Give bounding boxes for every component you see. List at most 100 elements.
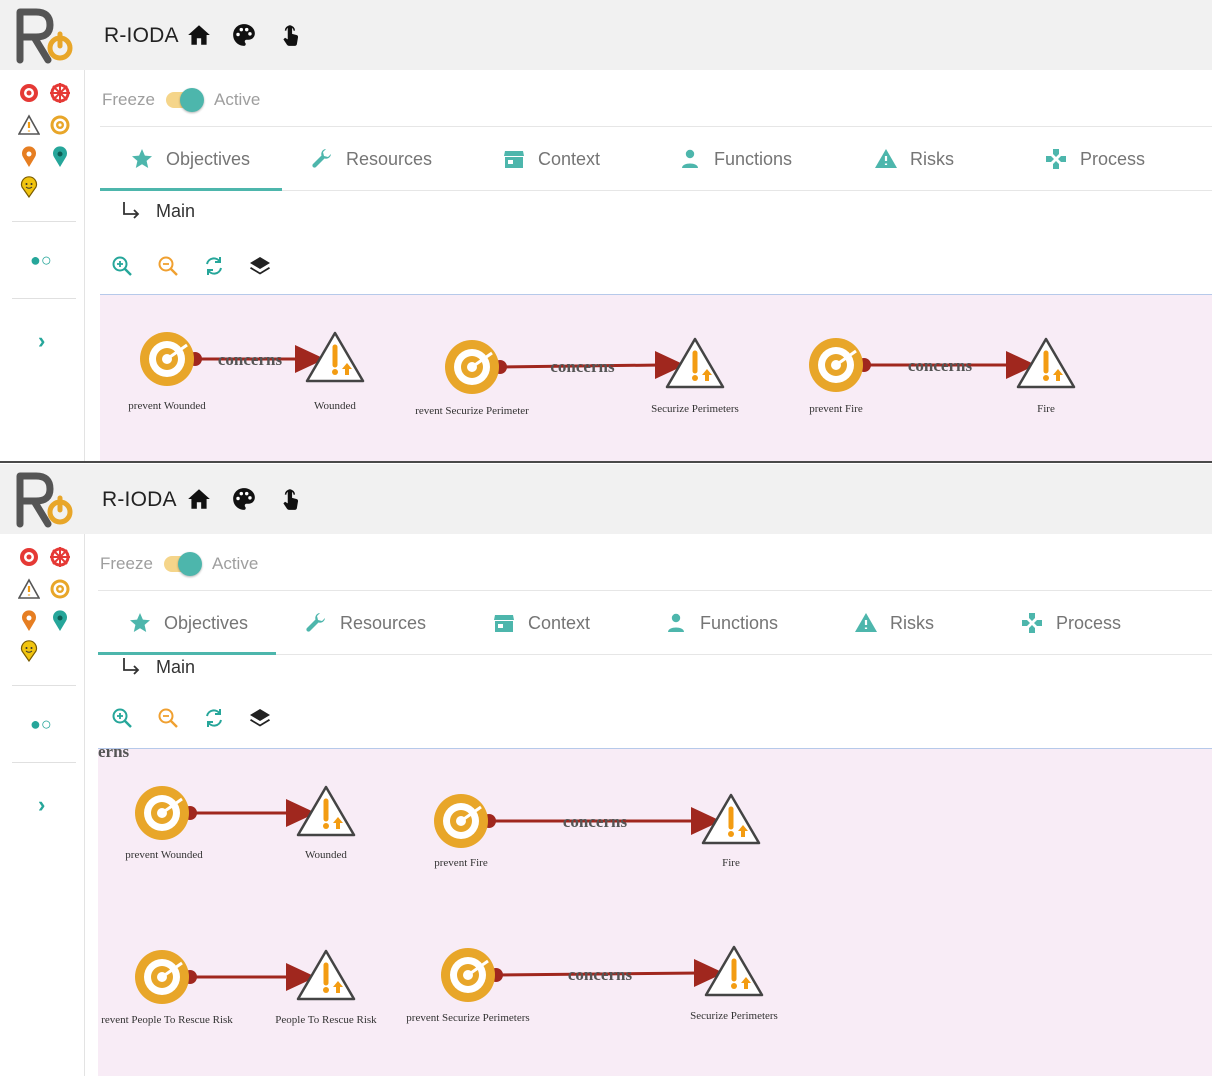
node-label: revent People To Rescue Risk bbox=[101, 1014, 233, 1026]
graph-canvas[interactable]: concerns prevent Wounded Wounded concerns re… bbox=[100, 294, 1212, 462]
edge-label: concerns bbox=[218, 350, 283, 369]
objective-node-icon[interactable] bbox=[441, 948, 495, 1002]
node-toggle-icon[interactable]: ●○ bbox=[30, 714, 52, 735]
tab-label: Context bbox=[528, 612, 591, 633]
tab-risks[interactable]: Risks bbox=[874, 128, 954, 190]
switch-knob[interactable] bbox=[180, 88, 204, 112]
tab-context[interactable]: Context bbox=[502, 128, 600, 190]
tab-label: Risks bbox=[910, 148, 954, 169]
breadcrumb[interactable]: Main bbox=[120, 656, 195, 678]
zoom-out-icon[interactable] bbox=[156, 254, 180, 278]
home-icon[interactable] bbox=[186, 22, 212, 48]
sidebar-separator bbox=[12, 221, 76, 222]
tab-process[interactable]: Process bbox=[1020, 592, 1121, 654]
app-screenshot-bottom: R-IODA ●○ › Freeze Active Objectives Reso… bbox=[0, 464, 1212, 1076]
warning-icon bbox=[855, 613, 877, 632]
concerns-edge[interactable] bbox=[183, 963, 316, 991]
palette-icon[interactable] bbox=[231, 22, 257, 48]
objective-node-icon[interactable] bbox=[809, 338, 863, 392]
objective-node-icon[interactable] bbox=[135, 786, 189, 840]
tab-objectives[interactable]: Objectives bbox=[130, 128, 250, 190]
zoom-in-icon[interactable] bbox=[110, 706, 134, 730]
node-label: prevent Wounded bbox=[125, 849, 203, 861]
node-label: prevent Securize Perimeters bbox=[406, 1012, 529, 1024]
freeze-toggle-row: Freeze Active bbox=[98, 534, 1212, 591]
node-label: Wounded bbox=[305, 849, 347, 861]
node-label: People To Rescue Risk bbox=[275, 1014, 377, 1026]
layers-icon[interactable] bbox=[248, 706, 272, 730]
objective-node-icon[interactable] bbox=[140, 332, 194, 386]
tab-label: Risks bbox=[890, 612, 934, 633]
app-title: R-IODA bbox=[104, 24, 179, 47]
graph-canvas[interactable]: prevent Wounded Wounded concerns prevent Fi… bbox=[98, 748, 1212, 1076]
refresh-icon[interactable] bbox=[202, 254, 226, 278]
person-icon bbox=[668, 613, 684, 632]
active-tab-indicator bbox=[98, 652, 276, 655]
concerns-edge[interactable] bbox=[183, 799, 316, 827]
gamepad-icon bbox=[1022, 613, 1042, 633]
tab-bar: Objectives Resources Context Functions Risks… bbox=[98, 592, 1212, 655]
tab-functions[interactable]: Functions bbox=[664, 592, 778, 654]
node-label: prevent Fire bbox=[434, 857, 488, 869]
touch-icon[interactable] bbox=[278, 486, 304, 512]
layers-icon[interactable] bbox=[248, 254, 272, 278]
edge-label: concerns bbox=[568, 965, 633, 984]
tab-label: Resources bbox=[346, 148, 433, 169]
tab-resources[interactable]: Resources bbox=[310, 128, 432, 190]
breadcrumb[interactable]: Main bbox=[120, 200, 195, 222]
home-icon[interactable] bbox=[186, 486, 212, 512]
target-red-icon[interactable] bbox=[18, 546, 40, 568]
warning-icon[interactable] bbox=[18, 114, 40, 136]
tab-process[interactable]: Process bbox=[1044, 128, 1145, 190]
switch-knob[interactable] bbox=[178, 552, 202, 576]
objective-node-icon[interactable] bbox=[434, 794, 488, 848]
node-label: prevent Fire bbox=[809, 403, 863, 415]
tab-context[interactable]: Context bbox=[492, 592, 590, 654]
chevron-right-icon[interactable]: › bbox=[38, 328, 45, 354]
zoom-out-icon[interactable] bbox=[156, 706, 180, 730]
active-label: Active bbox=[214, 90, 261, 109]
tab-label: Functions bbox=[700, 612, 779, 633]
warning-icon[interactable] bbox=[18, 578, 40, 600]
tab-label: Process bbox=[1080, 148, 1146, 169]
pin-teal-icon[interactable] bbox=[49, 610, 71, 632]
sidebar-separator bbox=[12, 762, 76, 763]
objective-node-icon[interactable] bbox=[445, 340, 499, 394]
active-label: Active bbox=[212, 554, 259, 573]
tab-resources[interactable]: Resources bbox=[304, 592, 426, 654]
edge-label: concerns bbox=[563, 812, 628, 831]
objective-target-icon[interactable] bbox=[49, 114, 71, 136]
pin-orange-icon[interactable] bbox=[18, 146, 40, 168]
diagram-svg: concerns prevent Wounded Wounded concerns re… bbox=[128, 331, 1076, 417]
tab-risks[interactable]: Risks bbox=[854, 592, 934, 654]
edge-label: concerns bbox=[550, 357, 615, 376]
palette-icon[interactable] bbox=[231, 486, 257, 512]
freeze-label: Freeze bbox=[100, 554, 153, 573]
app-header: R-IODA bbox=[0, 0, 1212, 70]
objective-node-icon[interactable] bbox=[135, 950, 189, 1004]
zoom-in-icon[interactable] bbox=[110, 254, 134, 278]
pin-face-icon[interactable] bbox=[18, 176, 40, 198]
touch-icon[interactable] bbox=[278, 22, 304, 48]
tab-objectives[interactable]: Objectives bbox=[128, 592, 248, 654]
crosshair-red-icon[interactable] bbox=[49, 82, 71, 104]
chevron-right-icon[interactable]: › bbox=[38, 792, 45, 818]
node-label: Securize Perimeters bbox=[651, 403, 739, 415]
refresh-icon[interactable] bbox=[202, 706, 226, 730]
wrench-icon bbox=[312, 149, 331, 168]
app-logo[interactable] bbox=[14, 472, 76, 528]
pin-teal-icon[interactable] bbox=[49, 146, 71, 168]
node-toggle-icon[interactable]: ●○ bbox=[30, 250, 52, 271]
objective-target-icon[interactable] bbox=[49, 578, 71, 600]
freeze-active-switch[interactable] bbox=[164, 552, 202, 576]
node-label: prevent Wounded bbox=[128, 400, 206, 412]
freeze-active-switch[interactable] bbox=[166, 88, 204, 112]
tab-label: Objectives bbox=[166, 148, 251, 169]
active-tab-indicator bbox=[100, 188, 282, 191]
target-red-icon[interactable] bbox=[18, 82, 40, 104]
pin-face-icon[interactable] bbox=[18, 640, 40, 662]
pin-orange-icon[interactable] bbox=[18, 610, 40, 632]
tab-functions[interactable]: Functions bbox=[678, 128, 792, 190]
app-logo[interactable] bbox=[14, 8, 76, 64]
crosshair-red-icon[interactable] bbox=[49, 546, 71, 568]
